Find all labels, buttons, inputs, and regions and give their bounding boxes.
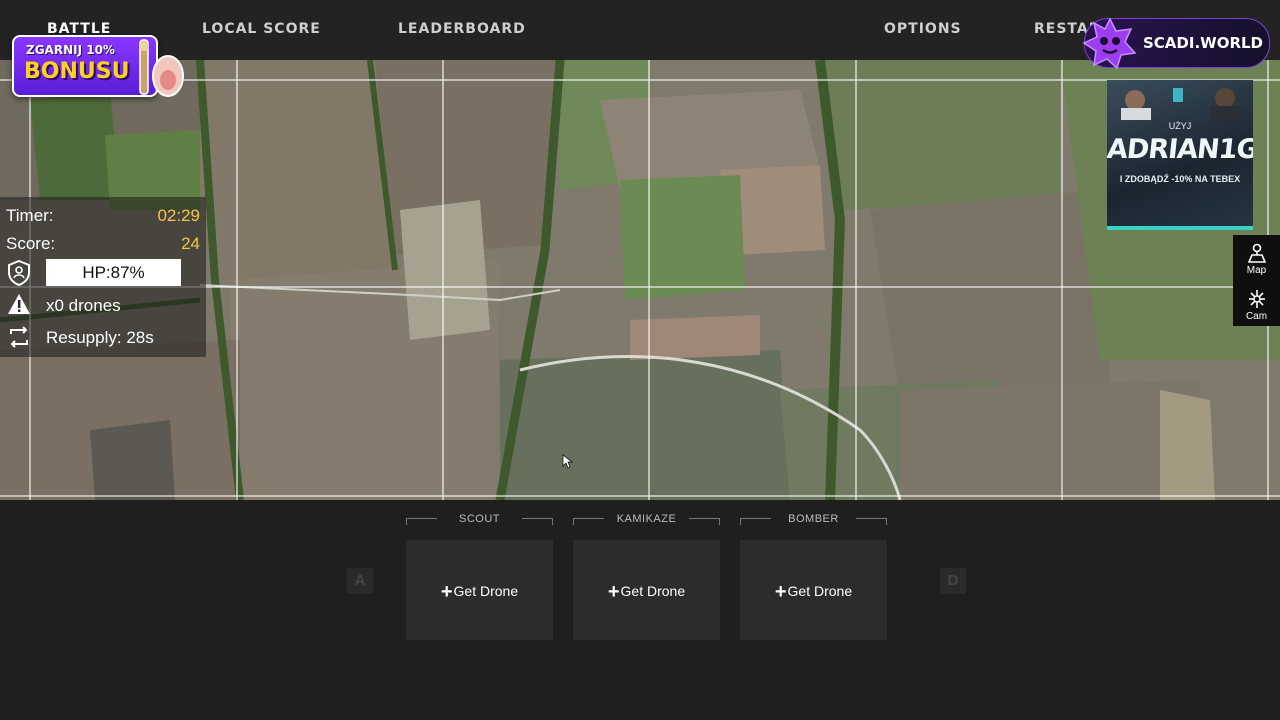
get-drone-text: Get Drone bbox=[620, 583, 686, 599]
nav-options[interactable]: OPTIONS bbox=[884, 21, 962, 37]
get-drone-text: Get Drone bbox=[453, 583, 519, 599]
cam-icon bbox=[1249, 290, 1265, 308]
get-drone-text: Get Drone bbox=[787, 583, 853, 599]
cam-label: Cam bbox=[1245, 311, 1268, 322]
get-drone-bomber-button[interactable]: +Get Drone bbox=[740, 540, 887, 640]
ad-pre: UŻYJ bbox=[1168, 121, 1192, 131]
score-value: 24 bbox=[181, 234, 200, 253]
slot-header-kamikaze: KAMIKAZE bbox=[573, 512, 720, 528]
timer-label: Timer: bbox=[6, 206, 54, 225]
drones-count: x0 drones bbox=[46, 296, 121, 315]
nav-leaderboard[interactable]: LEADERBOARD bbox=[398, 21, 526, 37]
score-label: Score: bbox=[6, 234, 56, 253]
key-left[interactable]: A bbox=[347, 568, 373, 594]
plus-icon: + bbox=[440, 581, 453, 603]
header-bracket-right bbox=[689, 518, 720, 525]
ad-photo-icon bbox=[1121, 88, 1241, 120]
key-right[interactable]: D bbox=[940, 568, 966, 594]
bonus-line2: BONUSU bbox=[24, 59, 130, 84]
get-drone-label: +Get Drone bbox=[740, 581, 887, 604]
side-toolbar: Map Cam bbox=[1233, 235, 1280, 326]
ad-sub: I ZDOBĄDŹ -10% NA TEBEX bbox=[1119, 174, 1241, 184]
header-bracket-right bbox=[522, 518, 553, 525]
ad-code: ADRIAN1G bbox=[1107, 134, 1253, 165]
resupply-timer: Resupply: 28s bbox=[46, 328, 154, 347]
bonus-mascot-icon bbox=[139, 39, 184, 97]
get-drone-scout-button[interactable]: +Get Drone bbox=[406, 540, 553, 640]
map-label: Map bbox=[1246, 265, 1267, 276]
plus-icon: + bbox=[607, 581, 620, 603]
bonus-line1: ZGARNIJ 10% bbox=[26, 43, 115, 57]
get-drone-label: +Get Drone bbox=[406, 581, 553, 604]
nav-local-score[interactable]: LOCAL SCORE bbox=[202, 21, 321, 37]
header-bracket-right bbox=[856, 518, 887, 525]
shield-user-icon bbox=[8, 260, 30, 286]
get-drone-label: +Get Drone bbox=[573, 581, 720, 604]
slot-header-scout: SCOUT bbox=[406, 512, 553, 528]
promo-ad[interactable]: UŻYJ ADRIAN1G I ZDOBĄDŹ -10% NA TEBEX bbox=[1107, 80, 1253, 230]
warning-icon bbox=[8, 294, 30, 314]
get-drone-kamikaze-button[interactable]: +Get Drone bbox=[573, 540, 720, 640]
status-hud: Timer: 02:29 Score: 24 HP:87% x0 drones … bbox=[0, 197, 206, 357]
scadi-name: SCADI.WORLD bbox=[1143, 34, 1264, 52]
scadi-logo[interactable]: SCADI.WORLD bbox=[1082, 17, 1270, 70]
cam-button[interactable]: Cam bbox=[1233, 283, 1280, 327]
map-icon bbox=[1247, 243, 1267, 263]
slot-header-bomber: BOMBER bbox=[740, 512, 887, 528]
plus-icon: + bbox=[774, 581, 787, 603]
scadi-mascot-icon bbox=[1082, 17, 1137, 70]
map-button[interactable]: Map bbox=[1233, 237, 1280, 281]
hp-bar: HP:87% bbox=[46, 259, 181, 286]
timer-value: 02:29 bbox=[157, 206, 200, 225]
resupply-icon bbox=[10, 326, 28, 348]
